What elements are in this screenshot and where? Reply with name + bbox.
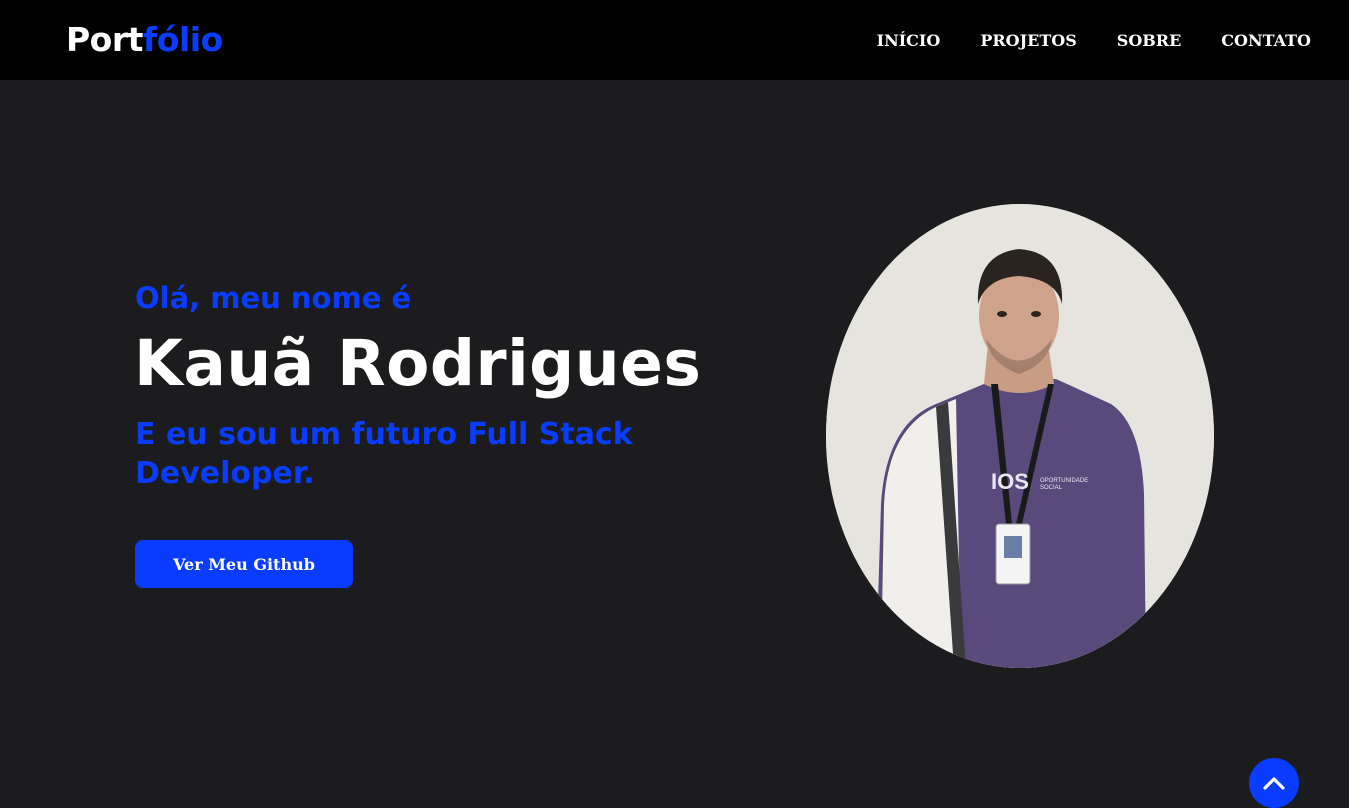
hero-name: Kauã Rodrigues	[134, 327, 702, 400]
nav-link-inicio[interactable]: INÍCIO	[877, 31, 941, 50]
profile-photo: IOS OPORTUNIDADE SOCIAL	[826, 204, 1214, 668]
logo[interactable]: Portfólio	[66, 18, 223, 62]
nav-link-sobre[interactable]: SOBRE	[1117, 31, 1182, 50]
svg-text:IOS: IOS	[991, 469, 1029, 494]
scroll-to-top-button[interactable]	[1249, 758, 1299, 808]
chevron-up-icon	[1263, 777, 1285, 790]
profile-photo-illustration: IOS OPORTUNIDADE SOCIAL	[826, 204, 1214, 668]
nav-menu: INÍCIO PROJETOS SOBRE CONTATO	[837, 0, 1311, 80]
logo-text-accent: fólio	[142, 20, 223, 59]
hero-section: Olá, meu nome é Kauã Rodrigues E eu sou …	[0, 80, 1349, 808]
svg-text:SOCIAL: SOCIAL	[1040, 485, 1063, 491]
logo-text-primary: Port	[66, 20, 143, 59]
github-button[interactable]: Ver Meu Github	[135, 540, 353, 588]
svg-text:OPORTUNIDADE: OPORTUNIDADE	[1040, 478, 1088, 484]
nav-link-contato[interactable]: CONTATO	[1221, 31, 1311, 50]
nav-link-projetos[interactable]: PROJETOS	[980, 31, 1076, 50]
navbar: Portfólio INÍCIO PROJETOS SOBRE CONTATO	[0, 0, 1349, 80]
hero-role: E eu sou um futuro Full Stack Developer.	[135, 417, 633, 491]
hero-greeting: Olá, meu nome é	[135, 281, 412, 315]
